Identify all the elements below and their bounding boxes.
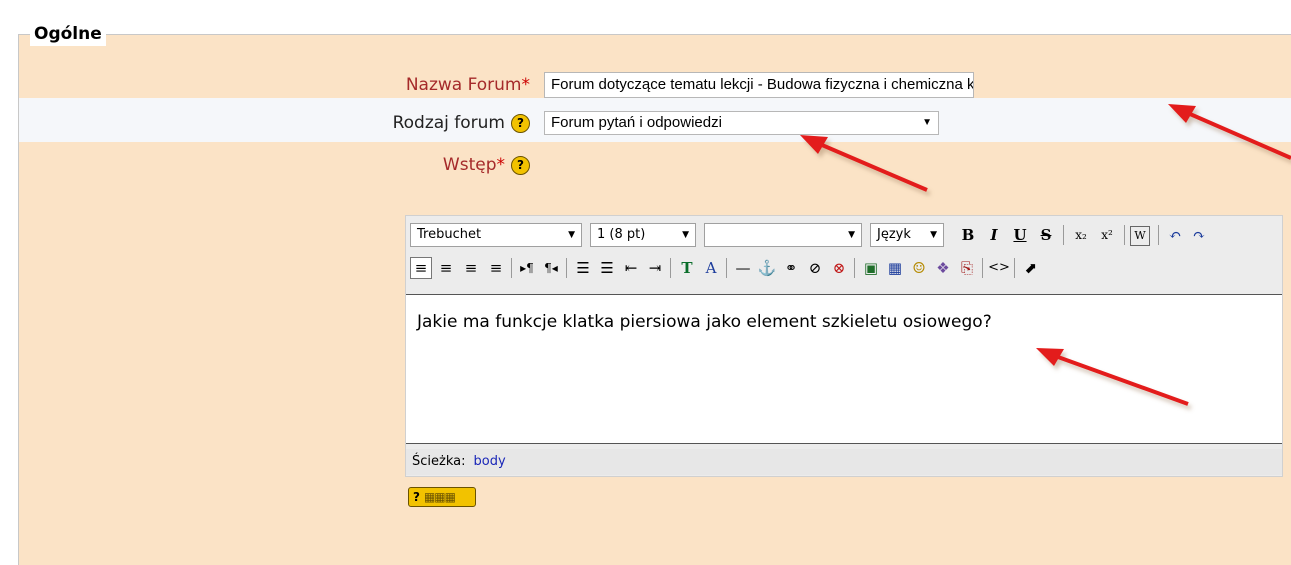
- language-select[interactable]: Język ▼: [870, 223, 944, 247]
- font-family-select[interactable]: Trebuchet ▼: [410, 223, 582, 247]
- align-justify-icon[interactable]: ≡: [485, 257, 507, 279]
- chevron-down-icon: ▼: [930, 230, 937, 240]
- background-color-icon[interactable]: A: [700, 257, 722, 279]
- unordered-list-icon[interactable]: ☰: [596, 257, 618, 279]
- link-icon[interactable]: ⚭: [780, 257, 802, 279]
- required-mark: *: [496, 155, 506, 175]
- forum-type-label: Rodzaj forum?: [260, 111, 530, 135]
- editor-content-area[interactable]: Jakie ma funkcje klatka piersiowa jako e…: [406, 294, 1282, 444]
- nolink-icon[interactable]: ⊘: [804, 257, 826, 279]
- toolbar-separator: [1063, 225, 1064, 245]
- align-center-icon[interactable]: ≡: [435, 257, 457, 279]
- redo-icon[interactable]: ↷: [1188, 224, 1210, 246]
- font-size-value: 1 (8 pt): [597, 227, 646, 242]
- smiley-icon[interactable]: ☺: [908, 257, 930, 279]
- help-question-mark: ?: [413, 490, 420, 504]
- language-value: Język: [877, 227, 911, 242]
- chevron-down-icon: ▼: [848, 230, 855, 240]
- toolbar-separator: [511, 258, 512, 278]
- unlink-icon[interactable]: ⊗: [828, 257, 850, 279]
- intro-label: Wstęp*?: [300, 153, 530, 177]
- anchor-icon[interactable]: ⚓: [756, 257, 778, 279]
- toolbar-separator: [854, 258, 855, 278]
- font-size-select[interactable]: 1 (8 pt) ▼: [590, 223, 696, 247]
- underline-button[interactable]: U: [1009, 224, 1031, 246]
- forum-name-input[interactable]: Forum dotyczące tematu lekcji - Budowa f…: [544, 72, 974, 98]
- indent-icon[interactable]: ⇥: [644, 257, 666, 279]
- editor-content-text: Jakie ma funkcje klatka piersiowa jako e…: [417, 312, 992, 332]
- align-left-icon[interactable]: ≡: [410, 257, 432, 279]
- align-right-icon[interactable]: ≡: [460, 257, 482, 279]
- help-icon[interactable]: ?: [511, 113, 530, 133]
- search-replace-icon[interactable]: ⎘: [956, 257, 978, 279]
- horizontal-rule-icon[interactable]: —: [732, 257, 754, 279]
- rtl-icon[interactable]: ¶◂: [540, 257, 562, 279]
- forum-name-label-text: Nazwa Forum: [405, 75, 522, 95]
- editor-path-bar: Ścieżka: body: [406, 449, 1282, 475]
- ordered-list-icon[interactable]: ☰: [572, 257, 594, 279]
- forum-name-label: Nazwa Forum*: [300, 73, 530, 97]
- undo-icon[interactable]: ↶: [1164, 224, 1186, 246]
- chevron-down-icon: ▼: [922, 117, 932, 128]
- form-frame: Ogólne Nazwa Forum* Forum dotyczące tema…: [0, 0, 1291, 565]
- style-select[interactable]: ▼: [704, 223, 862, 247]
- superscript-button[interactable]: x²: [1096, 224, 1118, 246]
- html-editor: Trebuchet ▼ 1 (8 pt) ▼ ▼ Język ▼ B I U S x₂…: [405, 215, 1283, 477]
- intro-label-text: Wstęp: [442, 155, 497, 175]
- keyboard-help-button[interactable]: ? ▦▦▦: [408, 487, 476, 507]
- toolbar-separator: [670, 258, 671, 278]
- italic-button[interactable]: I: [983, 224, 1005, 246]
- forum-type-value: Forum pytań i odpowiedzi: [551, 114, 722, 131]
- font-family-value: Trebuchet: [417, 227, 482, 242]
- help-icon[interactable]: ?: [511, 155, 530, 175]
- html-source-icon[interactable]: <>: [988, 257, 1010, 279]
- keyboard-icon: ▦▦▦: [423, 490, 456, 504]
- forum-type-select[interactable]: Forum pytań i odpowiedzi ▼: [544, 111, 939, 135]
- chevron-down-icon: ▼: [682, 230, 689, 240]
- insert-image-icon[interactable]: ▣: [860, 257, 882, 279]
- ltr-icon[interactable]: ▸¶: [516, 257, 538, 279]
- chevron-down-icon: ▼: [568, 230, 575, 240]
- required-mark: *: [521, 75, 531, 95]
- toolbar-separator: [1014, 258, 1015, 278]
- toolbar-separator: [1158, 225, 1159, 245]
- text-color-icon[interactable]: T: [676, 257, 698, 279]
- section-legend: Ogólne: [30, 22, 106, 46]
- toolbar-separator: [726, 258, 727, 278]
- legend-mask: [18, 0, 1291, 34]
- paste-word-icon[interactable]: W: [1130, 226, 1150, 246]
- toolbar-separator: [982, 258, 983, 278]
- bold-button[interactable]: B: [957, 224, 979, 246]
- path-body-link[interactable]: body: [473, 454, 505, 469]
- insert-table-icon[interactable]: ▦: [884, 257, 906, 279]
- toolbar-separator: [566, 258, 567, 278]
- special-char-icon[interactable]: ❖: [932, 257, 954, 279]
- forum-type-label-text: Rodzaj forum: [392, 113, 505, 133]
- fullscreen-icon[interactable]: ⬈: [1020, 257, 1042, 279]
- strikethrough-button[interactable]: S: [1035, 224, 1057, 246]
- toolbar-separator: [1124, 225, 1125, 245]
- path-label: Ścieżka:: [412, 454, 466, 469]
- outdent-icon[interactable]: ⇤: [620, 257, 642, 279]
- subscript-button[interactable]: x₂: [1070, 224, 1092, 246]
